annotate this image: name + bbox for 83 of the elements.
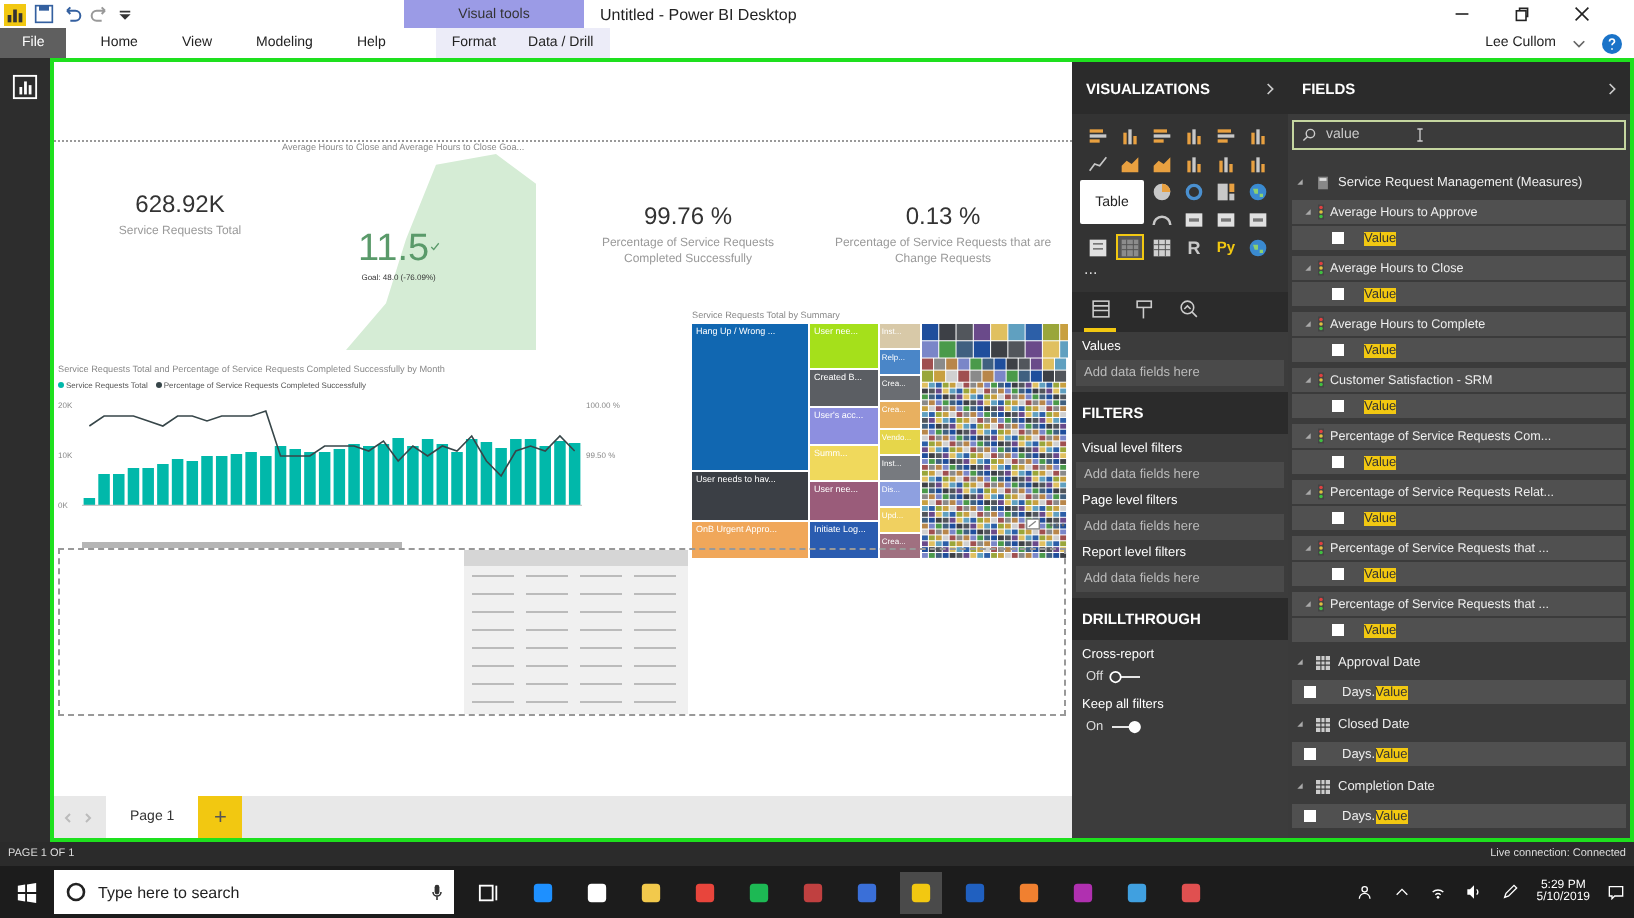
checkbox[interactable]	[1332, 624, 1344, 636]
checkbox[interactable]	[1304, 810, 1316, 822]
checkbox[interactable]	[1304, 686, 1316, 698]
help-icon[interactable]	[1602, 33, 1622, 53]
save-icon[interactable]	[34, 4, 54, 24]
scrollbar[interactable]	[82, 542, 402, 548]
add-page-button[interactable]: +	[198, 796, 243, 838]
expand-arrow-icon[interactable]	[1304, 320, 1312, 328]
close-icon[interactable]	[1574, 6, 1590, 22]
redo-icon[interactable]	[90, 4, 110, 24]
expand-arrow-icon[interactable]	[1304, 208, 1312, 216]
checkbox[interactable]	[1332, 344, 1344, 356]
toggle-switch[interactable]	[1107, 670, 1144, 684]
chevron-up-icon[interactable]	[1394, 884, 1411, 900]
wifi-icon[interactable]	[1430, 884, 1447, 900]
expand-arrow-icon[interactable]	[1304, 544, 1312, 552]
fields-tab[interactable]	[1084, 298, 1116, 332]
expand-arrow-icon[interactable]	[1304, 488, 1312, 496]
more-visuals-button[interactable]: ...	[1084, 262, 1144, 288]
people-icon[interactable]	[1358, 884, 1375, 900]
expand-arrow-icon[interactable]	[1304, 264, 1312, 272]
checkbox[interactable]	[1332, 288, 1344, 300]
search-icon	[1302, 128, 1316, 142]
circle-icon	[66, 882, 86, 902]
chevron-down-icon[interactable]	[1572, 36, 1586, 50]
app-icon[interactable]	[586, 881, 608, 903]
report-view-icon[interactable]	[12, 74, 38, 100]
expand-arrow-icon[interactable]	[1296, 178, 1304, 186]
volume-icon[interactable]	[1466, 884, 1483, 900]
table-icon	[1316, 717, 1330, 731]
expand-arrow-icon[interactable]	[1304, 432, 1312, 440]
start-icon[interactable]	[16, 881, 38, 903]
pen-icon[interactable]	[1502, 884, 1519, 900]
expand-arrow-icon[interactable]	[1296, 720, 1304, 728]
chevron-right-icon[interactable]	[1266, 81, 1276, 95]
visual-type-icon[interactable]	[1244, 234, 1272, 260]
visual-type-icon[interactable]	[1212, 178, 1240, 204]
focus-mode-icon[interactable]	[1026, 518, 1040, 530]
script-visual-button[interactable]: R	[1180, 234, 1208, 260]
chevron-right-icon[interactable]	[1608, 81, 1618, 95]
dropdown-caret-icon[interactable]	[118, 7, 132, 21]
expand-arrow-icon[interactable]	[1304, 600, 1312, 608]
visual-type-icon[interactable]	[1084, 234, 1112, 260]
visual-type-icon[interactable]	[1116, 234, 1144, 260]
app-logo-icon	[4, 3, 26, 25]
notifications-icon[interactable]	[1608, 884, 1624, 900]
toggle-switch[interactable]	[1107, 720, 1144, 734]
microphone-icon[interactable]	[432, 884, 442, 900]
expand-arrow-icon[interactable]	[1296, 658, 1304, 666]
kpi-value: 11.5	[358, 230, 430, 268]
card-value: 99.76 %	[643, 202, 733, 230]
checkbox[interactable]	[1332, 568, 1344, 580]
app-icon[interactable]	[640, 881, 662, 903]
task-view-icon[interactable]	[478, 881, 500, 903]
paint-roller-icon	[1133, 298, 1155, 320]
app-icon[interactable]	[1018, 881, 1040, 903]
undo-icon[interactable]	[62, 4, 82, 24]
card-value: 0.13 %	[905, 202, 981, 230]
list-icon	[1089, 298, 1111, 320]
checkbox[interactable]	[1332, 456, 1344, 468]
card-value: 628.92K	[135, 190, 225, 218]
calculator-icon	[1316, 175, 1330, 189]
restore-icon[interactable]	[1514, 6, 1530, 22]
app-icon[interactable]	[748, 881, 770, 903]
expand-arrow-icon[interactable]	[1296, 782, 1304, 790]
checkbox[interactable]	[1304, 748, 1316, 760]
selected-visual-frame[interactable]	[58, 548, 1066, 716]
text-cursor-icon	[1416, 128, 1424, 142]
visual-type-icon[interactable]	[1148, 234, 1176, 260]
visual-type-icon[interactable]	[1148, 178, 1176, 204]
table-icon	[1316, 655, 1330, 669]
expand-arrow-icon[interactable]	[1304, 376, 1312, 384]
table-icon	[1316, 779, 1330, 793]
app-icon[interactable]	[1126, 881, 1148, 903]
checkbox[interactable]	[1332, 512, 1344, 524]
window-title: Untitled - Power BI Desktop	[600, 5, 799, 23]
taskbar-search-field[interactable]: Type here to search	[54, 870, 454, 914]
magnifier-chart-icon	[1177, 298, 1199, 320]
checkbox[interactable]	[1332, 400, 1344, 412]
visual-type-icon[interactable]	[1244, 178, 1272, 204]
checkmark-icon	[429, 242, 440, 252]
checkbox[interactable]	[1332, 232, 1344, 244]
more-options-icon[interactable]	[1048, 522, 1066, 528]
